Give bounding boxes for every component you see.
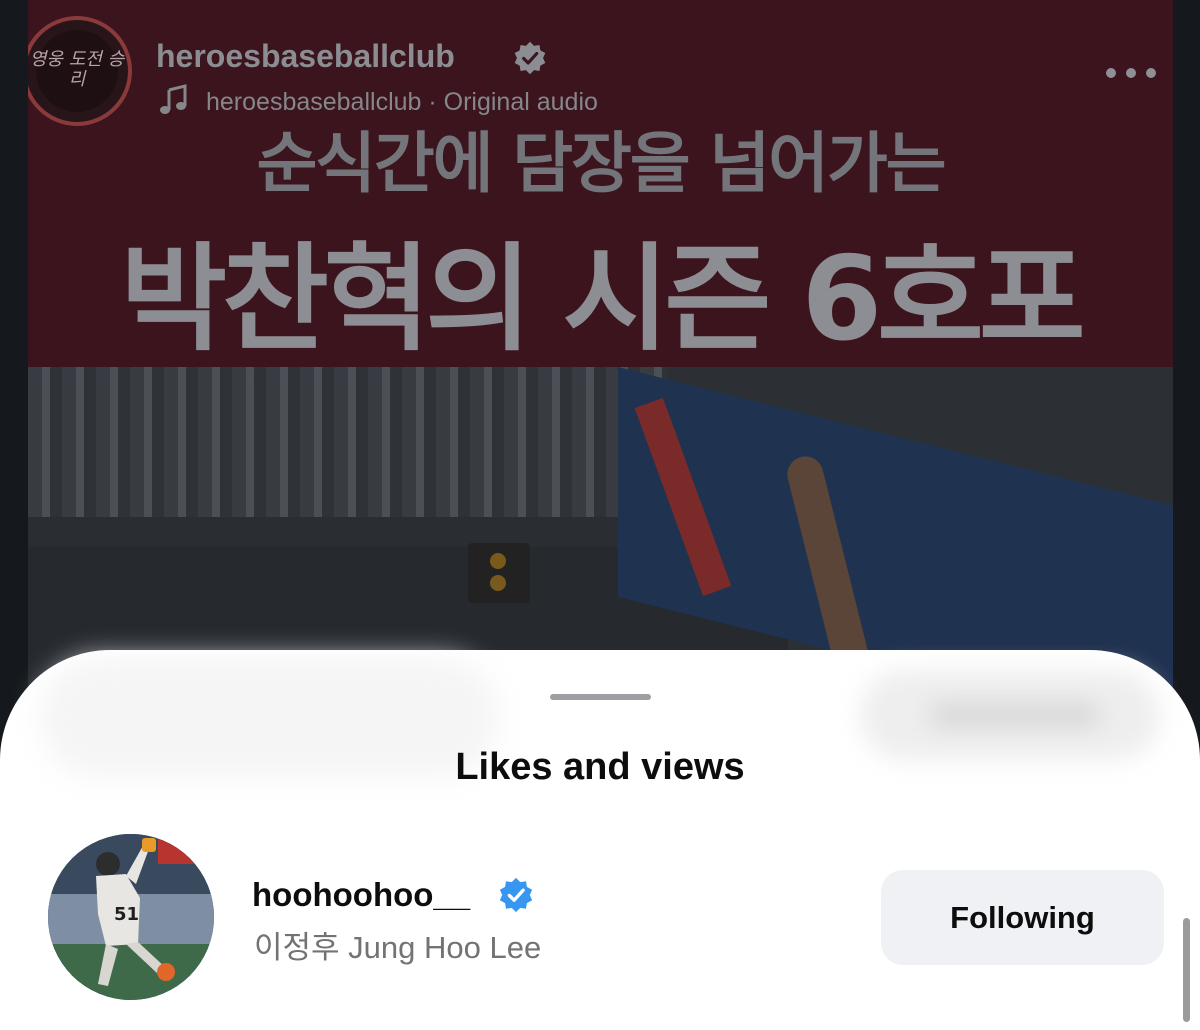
sheet-drag-handle[interactable]	[550, 694, 651, 700]
more-options-icon[interactable]	[1106, 64, 1156, 84]
video-headline-line2: 박찬혁의 시즌 6호포	[120, 232, 1085, 367]
post-header: 영웅 도전 승리 heroesbaseballclub heroesbaseba…	[28, 0, 1173, 140]
club-avatar-logo-text: 영웅 도전 승리	[29, 49, 125, 90]
following-button[interactable]: Following	[881, 870, 1164, 965]
likes-and-views-sheet: Likes and views 51 hoohoohoo__ 이정후 Jung …	[0, 650, 1200, 1030]
verified-badge-icon	[514, 41, 546, 75]
svg-text:51: 51	[114, 904, 139, 925]
signal-box	[468, 543, 530, 603]
username[interactable]: hoohoohoo__	[252, 876, 470, 914]
user-avatar[interactable]: 51	[48, 834, 214, 1000]
avatar-photo: 51	[48, 834, 214, 1000]
verified-badge-icon	[499, 877, 533, 913]
user-list-item[interactable]: 51 hoohoohoo__ 이정후 Jung Hoo Lee Followin…	[0, 830, 1200, 1030]
club-account-name[interactable]: heroesbaseballclub	[156, 38, 455, 75]
original-audio-label[interactable]: heroesbaseballclub · Original audio	[206, 88, 598, 117]
club-avatar[interactable]: 영웅 도전 승리	[28, 16, 132, 126]
scrollbar[interactable]	[1183, 918, 1190, 1022]
user-full-name: 이정후 Jung Hoo Lee	[254, 930, 542, 965]
stadium-stands	[28, 367, 668, 537]
music-note-icon	[160, 84, 187, 114]
reel-video-background: 순식간에 담장을 넘어가는 박찬혁의 시즌 6호포 영웅 도전 승리 heroe…	[28, 0, 1173, 700]
sheet-title: Likes and views	[455, 746, 745, 788]
